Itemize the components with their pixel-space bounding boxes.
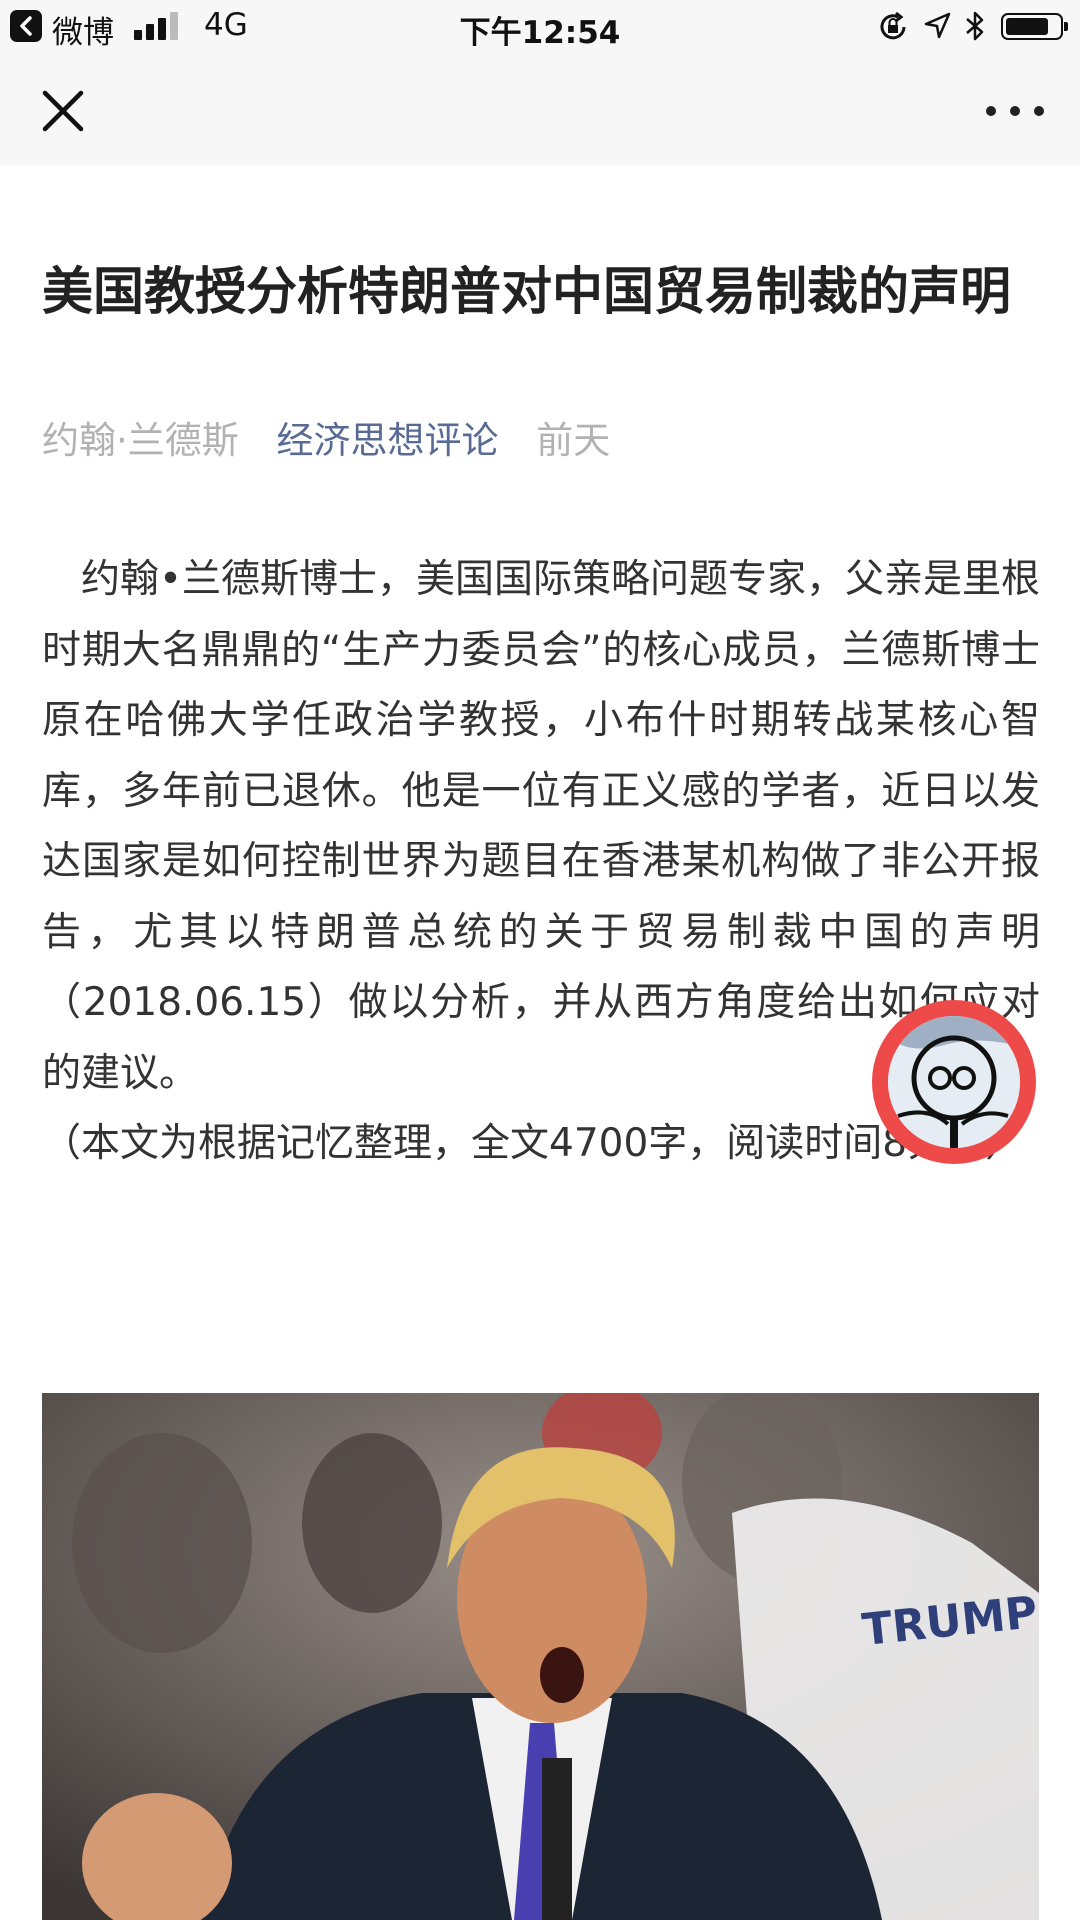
paragraph: 约翰•兰德斯博士，美国国际策略问题专家，父亲是里根时期大名鼎鼎的“生产力委员会”…	[42, 557, 1041, 1096]
battery-icon	[1001, 13, 1068, 40]
article-title: 美国教授分析特朗普对中国贸易制裁的声明	[42, 263, 1012, 323]
rotation-lock-icon	[880, 11, 906, 40]
clock: 下午12:54	[459, 15, 621, 51]
nav-bar	[0, 54, 1080, 166]
article-photo[interactable]: TRUMP	[42, 1393, 1039, 1920]
avatar	[888, 1016, 1020, 1148]
photo-illustration	[42, 1393, 1039, 1920]
avatar-doodle-icon	[888, 1016, 1020, 1148]
more-icon[interactable]	[986, 104, 1046, 118]
account-link[interactable]: 经济思想评论	[277, 419, 499, 462]
floating-avatar-button[interactable]	[872, 1000, 1036, 1164]
publish-time: 前天	[536, 419, 611, 462]
location-icon	[924, 12, 951, 39]
bluetooth-icon	[966, 11, 984, 41]
article-meta: 约翰·兰德斯 经济思想评论 前天	[42, 410, 636, 464]
close-icon[interactable]	[40, 88, 86, 134]
status-bar: 微博 4G 下午12:54	[0, 0, 1080, 54]
author-name: 约翰·兰德斯	[42, 419, 239, 462]
